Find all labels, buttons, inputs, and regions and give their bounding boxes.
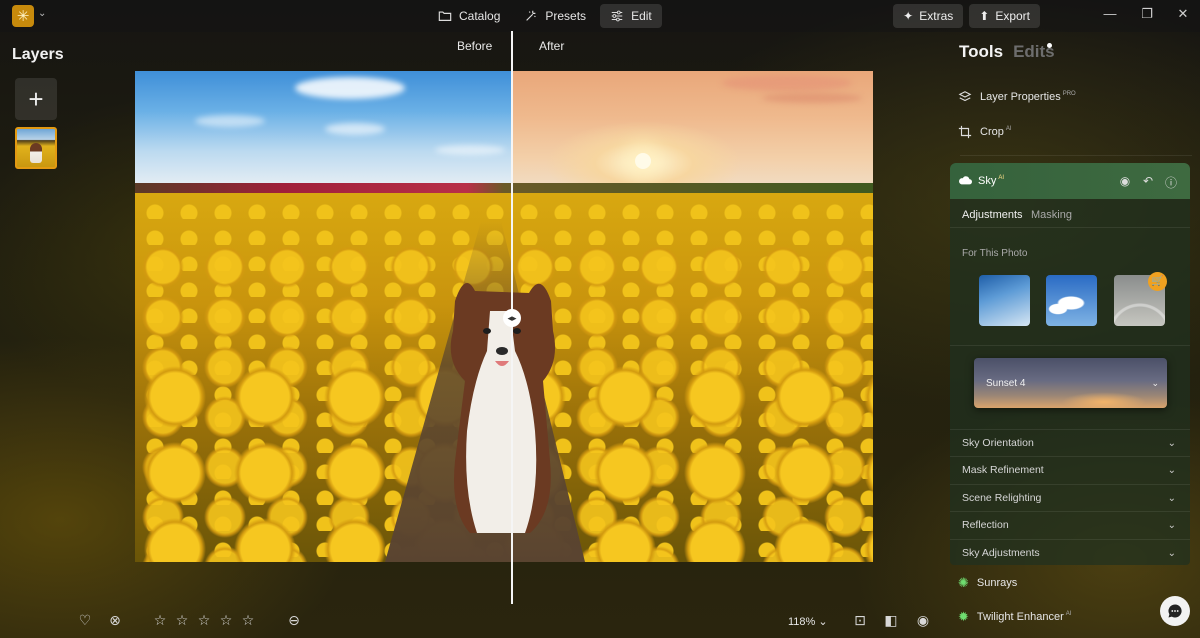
zoom-level[interactable]: 118% ⌄ xyxy=(788,615,828,628)
selected-sky-name: Sunset 4 xyxy=(986,378,1026,389)
visibility-eye-icon[interactable]: ◉ xyxy=(1118,174,1132,188)
accordion-sky-adjustments[interactable]: Sky Adjustments ⌄ xyxy=(950,539,1190,565)
panel-tabs: Tools Edits xyxy=(959,42,1055,62)
divider xyxy=(960,155,1192,156)
export-button[interactable]: ⬆ Export xyxy=(969,4,1040,28)
undo-icon[interactable]: ↶ xyxy=(1141,174,1155,188)
accordion-mask-refinement[interactable]: Mask Refinement ⌄ xyxy=(950,456,1190,483)
twilight-icon: ✹ xyxy=(958,609,969,624)
edit-label: Edit xyxy=(631,9,652,23)
tab-tools[interactable]: Tools xyxy=(959,42,1003,61)
layer-properties-tool[interactable]: Layer Properties PRO xyxy=(958,86,1076,108)
star-3-icon[interactable]: ☆ xyxy=(196,612,212,628)
chevron-down-icon: ⌄ xyxy=(1167,492,1176,504)
after-label: After xyxy=(539,39,565,53)
pro-badge: PRO xyxy=(1062,91,1076,98)
edits-indicator-dot xyxy=(1047,43,1052,48)
twilight-label: Twilight Enhancer xyxy=(976,611,1064,623)
crop-tool[interactable]: Crop AI xyxy=(958,121,1012,143)
preview-eye-icon[interactable]: ◉ xyxy=(915,612,931,628)
extras-label: Extras xyxy=(919,9,954,23)
add-layer-button[interactable]: + xyxy=(15,78,57,120)
star-4-icon[interactable]: ☆ xyxy=(218,612,234,628)
close-icon[interactable]: ✕ xyxy=(1173,6,1193,22)
dog-thumbnail-graphic xyxy=(30,143,42,163)
chevron-down-icon: ⌄ xyxy=(1167,519,1176,531)
sparkle-icon: ✦ xyxy=(903,9,914,23)
export-icon: ⬆ xyxy=(979,9,990,23)
drag-arrows-icon: ◂▸ xyxy=(507,312,517,323)
layers-icon xyxy=(958,91,972,102)
sky-title: Sky AI xyxy=(978,175,1005,187)
chevron-down-icon[interactable]: ⌄ xyxy=(38,8,46,19)
chevron-down-icon: ⌄ xyxy=(1151,378,1159,388)
accordion-reflection[interactable]: Reflection ⌄ xyxy=(950,511,1190,538)
star-5-icon[interactable]: ☆ xyxy=(240,612,256,628)
layer-thumbnail[interactable] xyxy=(15,127,57,169)
plus-icon: + xyxy=(28,83,44,114)
cart-icon[interactable]: 🛒 xyxy=(1148,272,1167,291)
layers-title: Layers xyxy=(12,46,64,63)
chevron-down-icon: ⌄ xyxy=(1167,437,1176,449)
before-label: Before xyxy=(457,39,493,53)
sliders-icon xyxy=(611,10,623,22)
sun-graphic xyxy=(635,153,651,169)
zoom-value: 118% xyxy=(788,616,816,628)
extras-button[interactable]: ✦ Extras xyxy=(893,4,964,28)
star-1-icon[interactable]: ☆ xyxy=(152,612,168,628)
divider xyxy=(950,227,1190,228)
sky-tool-panel: Sky AI ◉ ↶ ⓘ Adjustments Masking For This… xyxy=(950,163,1190,565)
sunrays-label: Sunrays xyxy=(976,577,1018,589)
export-label: Export xyxy=(995,9,1030,23)
accordion-sky-orientation[interactable]: Sky Orientation ⌄ xyxy=(950,429,1190,456)
ai-badge: AI xyxy=(1065,611,1072,618)
accordion-scene-relighting[interactable]: Scene Relighting ⌄ xyxy=(950,484,1190,511)
catalog-label: Catalog xyxy=(459,9,501,23)
cloud-icon xyxy=(959,176,972,185)
reject-icon[interactable]: ⊗ xyxy=(107,612,123,628)
layer-properties-label: Layer Properties xyxy=(980,91,1061,103)
sky-option-1[interactable] xyxy=(979,275,1030,326)
presets-tab[interactable]: Presets xyxy=(514,4,596,28)
dog-graphic xyxy=(450,283,556,533)
info-icon[interactable]: ⓘ xyxy=(1164,174,1178,190)
after-sky xyxy=(512,71,873,186)
chat-bubble-icon xyxy=(1168,604,1182,618)
heart-icon[interactable]: ♡ xyxy=(77,612,93,628)
app-logo-button[interactable]: ✳ xyxy=(12,5,34,27)
main-nav: Catalog Presets Edit xyxy=(428,4,662,28)
presets-icon xyxy=(526,10,537,21)
fit-screen-icon[interactable]: ⊡ xyxy=(852,612,868,628)
compare-view-icon[interactable]: ◧ xyxy=(883,612,899,628)
twilight-enhancer-tool[interactable]: ✹ Twilight Enhancer AI xyxy=(958,607,1071,627)
sky-option-2[interactable] xyxy=(1046,275,1097,326)
top-right-actions: ✦ Extras ⬆ Export xyxy=(893,4,1040,28)
folder-icon xyxy=(438,11,452,21)
before-sky xyxy=(135,71,512,186)
crop-label: Crop xyxy=(980,126,1004,138)
sunrays-tool[interactable]: ✺ Sunrays xyxy=(958,573,1017,593)
sun-logo-icon: ✳ xyxy=(16,8,30,25)
minimize-icon[interactable]: — xyxy=(1100,6,1120,21)
sky-selector-dropdown[interactable]: Sunset 4 ⌄ xyxy=(974,358,1167,408)
subtab-adjustments[interactable]: Adjustments xyxy=(962,209,1023,221)
crop-icon xyxy=(958,125,972,139)
subtab-masking[interactable]: Masking xyxy=(1031,209,1072,221)
ai-badge: AI xyxy=(1005,126,1012,133)
divider xyxy=(950,345,1190,346)
presets-label: Presets xyxy=(545,9,587,23)
sunrays-icon: ✺ xyxy=(958,575,969,590)
star-2-icon[interactable]: ☆ xyxy=(174,612,190,628)
compare-handle[interactable]: ◂▸ xyxy=(503,309,521,327)
more-options-icon[interactable]: ⊖ xyxy=(286,612,302,628)
restore-icon[interactable]: ❐ xyxy=(1137,6,1157,22)
edit-tab[interactable]: Edit xyxy=(600,4,662,28)
chevron-down-icon: ⌄ xyxy=(1167,464,1176,476)
chat-support-button[interactable] xyxy=(1160,596,1190,626)
chevron-down-icon: ⌄ xyxy=(1167,547,1176,559)
catalog-tab[interactable]: Catalog xyxy=(428,4,510,28)
for-this-photo-label: For This Photo xyxy=(962,248,1028,259)
